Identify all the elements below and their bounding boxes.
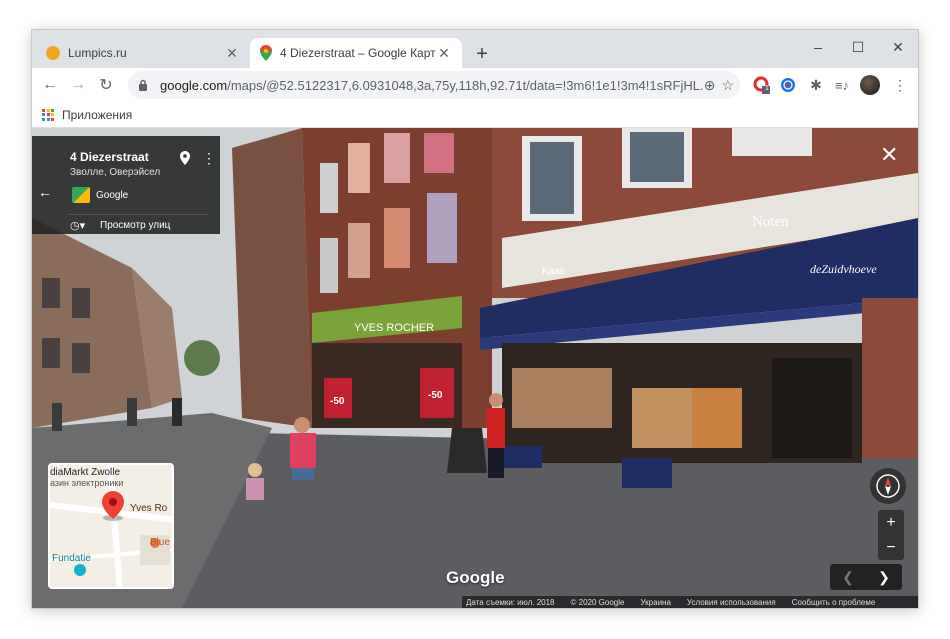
add-icon[interactable]: ⊕: [704, 77, 716, 94]
back-button[interactable]: ←: [36, 71, 64, 99]
toolbar: ← → ↻ google.com/maps/@52.5122317,6.0931…: [32, 68, 918, 102]
pano-prev-arrow-icon[interactable]: ❮: [830, 564, 866, 590]
bookmark-star-icon[interactable]: ☆: [721, 77, 734, 94]
pano-next-arrow-icon[interactable]: ❯: [866, 564, 902, 590]
maximize-button[interactable]: ☐: [838, 34, 878, 60]
source-label: Google: [96, 190, 129, 201]
address-bar[interactable]: google.com/maps/@52.5122317,6.0931048,3a…: [128, 71, 740, 99]
apps-bookmark-label[interactable]: Приложения: [62, 108, 132, 122]
sale-sign-1: -50: [330, 396, 345, 407]
url-host: google.com: [160, 77, 228, 93]
close-streetview-icon[interactable]: ✕: [880, 144, 898, 166]
extensions-puzzle-icon[interactable]: ✱: [804, 73, 828, 97]
minimap-label-electronics: азин электроники: [50, 478, 124, 488]
zoom-out-button[interactable]: −: [878, 535, 904, 560]
vpn-globe-icon[interactable]: [776, 73, 800, 97]
shop-sign: Noten: [752, 214, 789, 230]
location-pin-icon[interactable]: [180, 151, 190, 170]
tab-close-icon[interactable]: ✕: [436, 45, 452, 61]
url-text[interactable]: google.com/maps/@52.5122317,6.0931048,3a…: [160, 78, 704, 93]
report-problem-link[interactable]: Сообщить о проблеме: [792, 598, 876, 607]
location-info-card: ← 4 Diezerstraat Зволле, Оверэйсел ⋮ Goo…: [32, 136, 220, 234]
minimap-label-mediamarkt: diaMarkt Zwolle: [50, 467, 121, 478]
tab-title: Lumpics.ru: [68, 46, 127, 60]
street-view-label: Просмотр улиц: [100, 220, 171, 231]
terms-link[interactable]: Условия использования: [687, 598, 776, 607]
sale-sign-2: -50: [428, 390, 443, 401]
google-logo: Google: [446, 568, 505, 587]
zoom-control: + −: [878, 510, 904, 560]
apps-grid-icon[interactable]: [42, 108, 54, 121]
capture-date: Дата съемки: июл. 2018: [466, 597, 555, 607]
address-title: 4 Diezerstraat: [70, 150, 149, 164]
shop-brand: deZuidvhoeve: [810, 262, 877, 276]
lock-icon: [138, 79, 150, 91]
minimap-label-fundatie: Fundatie: [52, 553, 91, 564]
bookmarks-bar: Приложения: [32, 102, 918, 128]
address-subtitle: Зволле, Оверэйсел: [70, 167, 161, 178]
tab-title: 4 Diezerstraat – Google Карты: [280, 46, 436, 60]
maps-pin-favicon-icon: [260, 45, 272, 61]
back-arrow-icon[interactable]: ←: [38, 184, 52, 200]
extension-badge: 1: [765, 85, 769, 92]
copyright: © 2020 Google: [570, 597, 625, 607]
avatar[interactable]: [858, 73, 882, 97]
minimap-pin-icon: [102, 491, 124, 526]
zoom-in-button[interactable]: +: [878, 510, 904, 535]
more-options-icon[interactable]: ⋮: [202, 151, 216, 165]
extension-icon-red[interactable]: 1: [750, 73, 774, 97]
media-playlist-icon[interactable]: ≡♪: [830, 73, 854, 97]
tab-strip: Lumpics.ru ✕ 4 Diezerstraat – Google Кар…: [32, 30, 918, 68]
region-link[interactable]: Украина: [640, 598, 670, 607]
url-path: /maps/@52.5122317,6.0931048,3a,75y,118h,…: [227, 77, 704, 93]
reload-button[interactable]: ↻: [92, 71, 120, 99]
menu-dots-icon[interactable]: ⋮: [888, 73, 912, 97]
tab-google-maps[interactable]: 4 Diezerstraat – Google Карты ✕: [250, 38, 462, 68]
close-window-button[interactable]: ✕: [878, 34, 918, 60]
google-contributor-icon: [72, 187, 90, 203]
lumpics-favicon-icon: [46, 46, 60, 60]
minimap-label-yves: Yves Ro: [130, 503, 168, 514]
history-clock-icon[interactable]: ◷▾: [70, 219, 85, 232]
minimap[interactable]: diaMarkt Zwolle азин электроники Yves Ro…: [48, 463, 174, 589]
minimize-button[interactable]: –: [798, 34, 838, 60]
browser-window: Lumpics.ru ✕ 4 Diezerstraat – Google Кар…: [32, 30, 918, 608]
minimap-label-blue: Blue: [150, 537, 171, 548]
map-footer: Дата съемки: июл. 2018 © 2020 Google Укр…: [462, 596, 918, 608]
new-tab-button[interactable]: +: [470, 42, 494, 66]
tab-close-icon[interactable]: ✕: [224, 45, 240, 61]
shop-small-sign: Kaas: [542, 266, 565, 277]
compass-icon[interactable]: [870, 468, 906, 504]
storefront-sign: YVES ROCHER: [354, 322, 434, 334]
tab-lumpics[interactable]: Lumpics.ru ✕: [36, 38, 250, 68]
pano-nav-arrows: ❮ ❯: [830, 564, 902, 590]
forward-button[interactable]: →: [64, 71, 92, 99]
street-view-panorama[interactable]: YVES ROCHER -50 -50 Noten deZuidvhoeve K…: [32, 128, 918, 608]
card-divider: [68, 214, 208, 215]
